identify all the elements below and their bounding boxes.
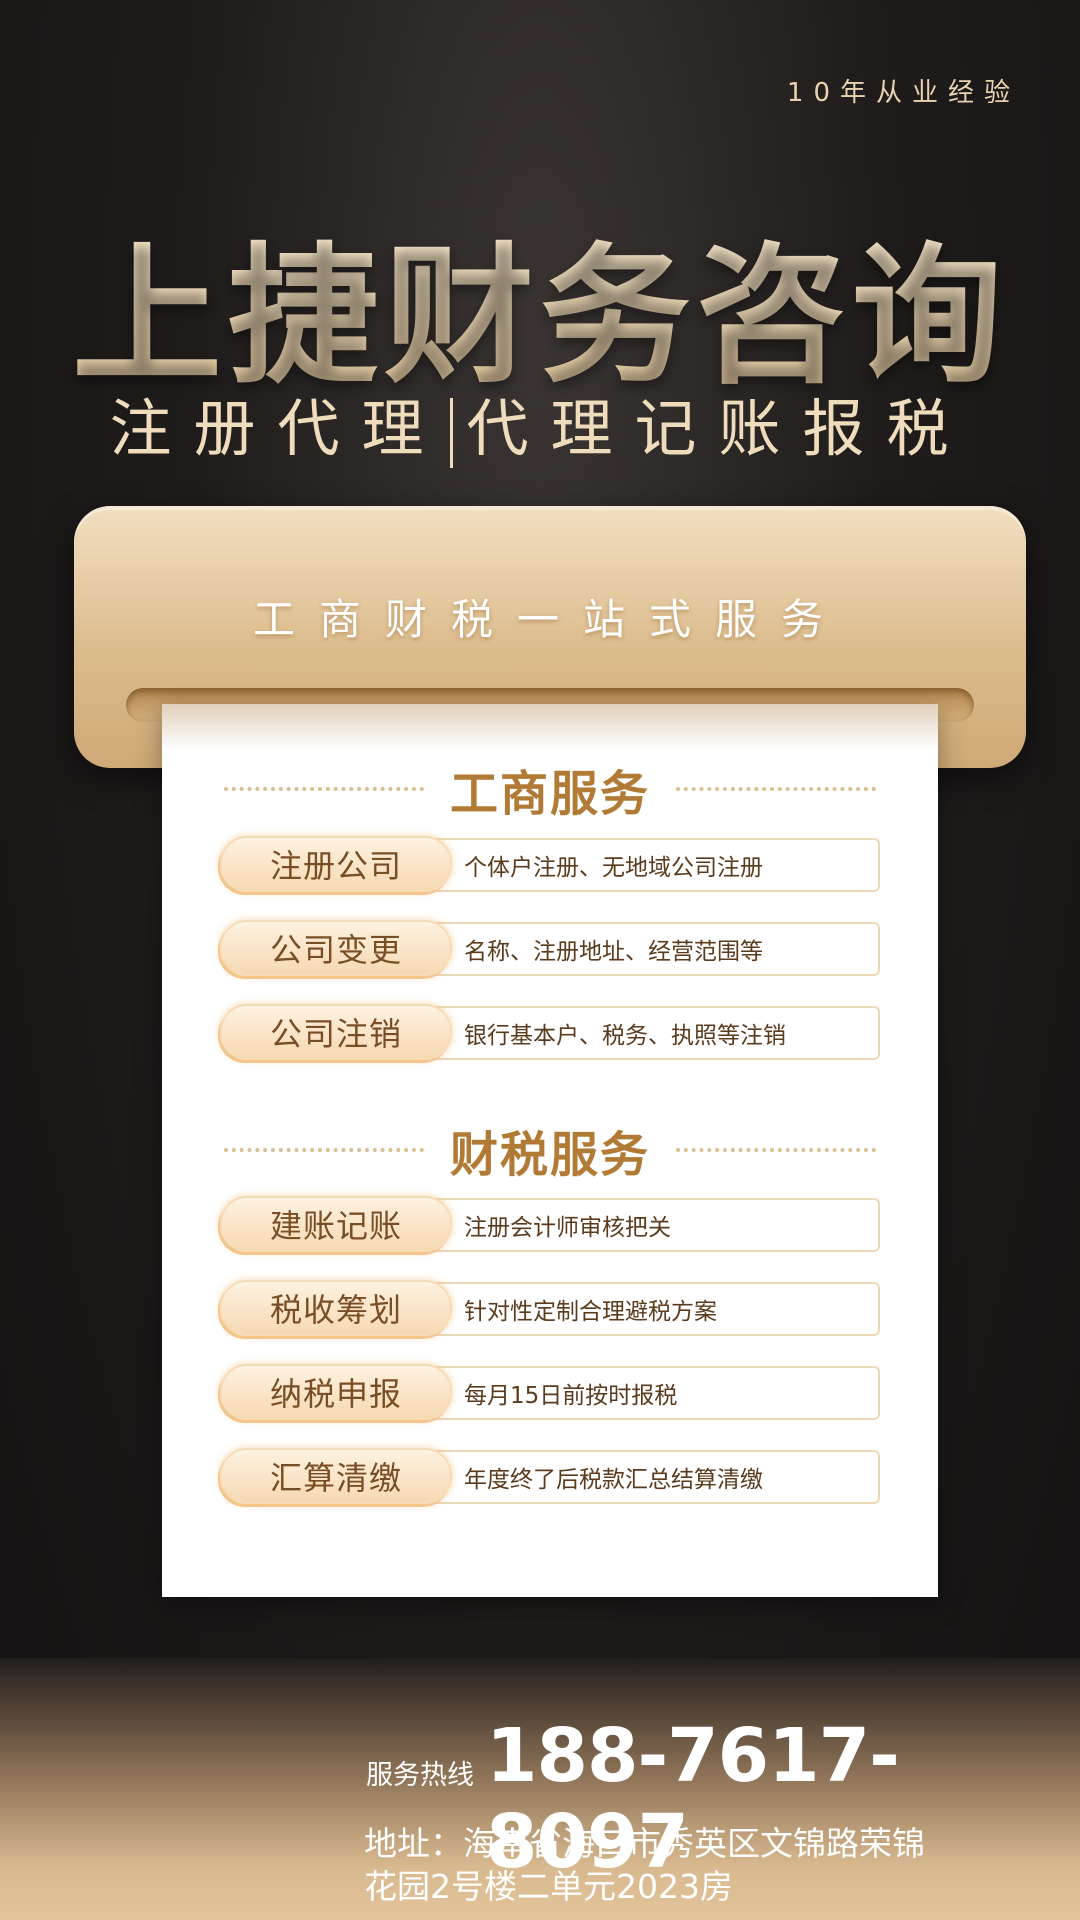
section-header-business: 工商服务 [224, 759, 877, 822]
address-line-2: 花园2号楼二单元2023房 [364, 1867, 733, 1906]
divider-dots [224, 787, 424, 791]
service-desc: 针对性定制合理避税方案 [420, 1282, 880, 1336]
service-desc: 注册会计师审核把关 [420, 1198, 880, 1252]
subtitle-divider [449, 397, 453, 468]
contact-footer: 服务热线 188-7617-8097 地址：海南省海口市秀英区文锦路荣锦 花园2… [0, 1658, 1080, 1920]
section-title-tax: 财税服务 [450, 1127, 651, 1183]
subtitle: 注册代理 代理记账报税 [0, 378, 1080, 468]
section-header-tax: 财税服务 [224, 1120, 877, 1183]
service-row: 注册会计师审核把关 建账记账 [220, 1196, 880, 1252]
service-row: 年度终了后税款汇总结算清缴 汇算清缴 [220, 1448, 880, 1504]
service-name: 建账记账 [220, 1196, 452, 1252]
subtitle-left: 注册代理 [109, 392, 446, 465]
service-row: 针对性定制合理避税方案 税收筹划 [220, 1280, 880, 1336]
service-sheet: 工商服务 个体户注册、无地域公司注册 注册公司 名称、注册地址、经营范围等 公司… [162, 704, 938, 1597]
service-name: 公司注销 [220, 1004, 452, 1060]
subtitle-right: 代理记账报税 [466, 392, 971, 465]
section-title-business: 工商服务 [450, 766, 651, 822]
divider-dots [224, 1148, 424, 1152]
service-name: 公司变更 [220, 920, 452, 976]
address: 地址：海南省海口市秀英区文锦路荣锦 花园2号楼二单元2023房 [364, 1822, 1024, 1908]
service-desc: 名称、注册地址、经营范围等 [420, 922, 880, 976]
hotline-label: 服务热线 [366, 1760, 474, 1791]
service-desc: 银行基本户、税务、执照等注销 [420, 1006, 880, 1060]
banner-title: 工商财税一站式服务 [252, 595, 847, 644]
service-name: 汇算清缴 [220, 1448, 452, 1504]
address-line-1: 地址：海南省海口市秀英区文锦路荣锦 [364, 1824, 925, 1863]
divider-dots [676, 1148, 877, 1152]
service-row: 每月15日前按时报税 纳税申报 [220, 1364, 880, 1420]
divider-dots [676, 787, 877, 791]
service-desc: 个体户注册、无地域公司注册 [420, 838, 880, 892]
service-row: 银行基本户、税务、执照等注销 公司注销 [220, 1004, 880, 1060]
experience-tagline: 10年从业经验 [786, 78, 1020, 108]
service-name: 纳税申报 [220, 1364, 452, 1420]
service-name: 税收筹划 [220, 1280, 452, 1336]
service-name: 注册公司 [220, 836, 452, 892]
service-desc: 年度终了后税款汇总结算清缴 [420, 1450, 880, 1504]
service-desc: 每月15日前按时报税 [420, 1366, 880, 1420]
service-row: 名称、注册地址、经营范围等 公司变更 [220, 920, 880, 976]
service-row: 个体户注册、无地域公司注册 注册公司 [220, 836, 880, 892]
